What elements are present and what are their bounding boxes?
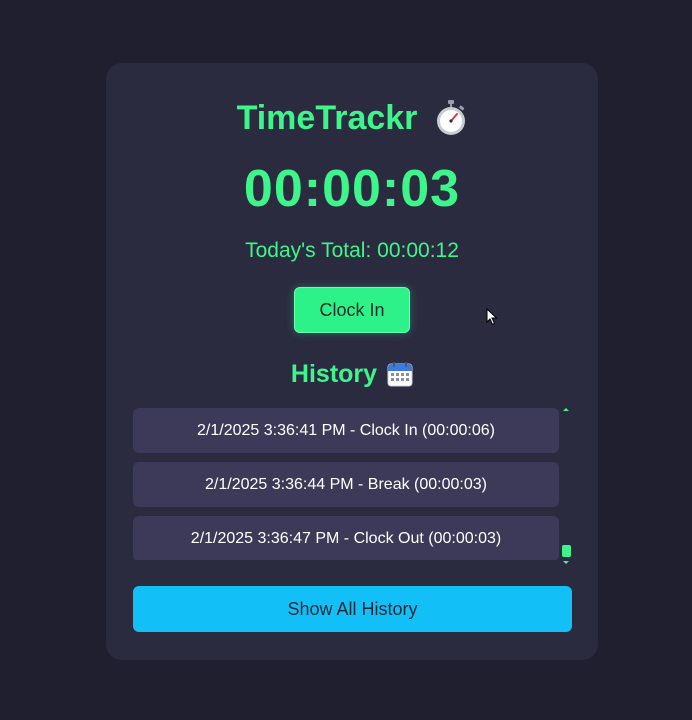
todays-total: Today's Total: 00:00:12 bbox=[245, 239, 459, 262]
app-title: TimeTrackr bbox=[106, 93, 598, 143]
history-item: 2/1/2025 3:36:44 PM - Break (00:00:03) bbox=[133, 462, 559, 507]
mouse-cursor-icon bbox=[486, 308, 498, 326]
tracker-card: TimeTrackr 00:00:03 Today's Total: 00:00… bbox=[106, 63, 598, 660]
scroll-thumb[interactable] bbox=[562, 545, 571, 557]
show-all-history-button[interactable]: Show All History bbox=[133, 586, 572, 632]
history-item: 2/1/2025 3:36:41 PM - Clock In (00:00:06… bbox=[133, 408, 559, 453]
history-scrollbar[interactable] bbox=[560, 408, 572, 566]
timer-display: 00:00:03 bbox=[243, 160, 461, 218]
history-list[interactable]: 2/1/2025 3:36:41 PM - Clock In (00:00:06… bbox=[133, 408, 559, 560]
history-title: History bbox=[106, 357, 598, 391]
stopwatch-icon bbox=[435, 100, 467, 136]
app-title-text: TimeTrackr bbox=[236, 98, 418, 137]
calendar-icon bbox=[387, 361, 413, 387]
clock-in-button[interactable]: Clock In bbox=[294, 287, 410, 333]
history-title-text: History bbox=[290, 359, 378, 388]
scroll-down-arrow[interactable] bbox=[563, 561, 569, 564]
history-item: 2/1/2025 3:36:47 PM - Clock Out (00:00:0… bbox=[133, 516, 559, 560]
scroll-up-arrow[interactable] bbox=[563, 408, 569, 411]
